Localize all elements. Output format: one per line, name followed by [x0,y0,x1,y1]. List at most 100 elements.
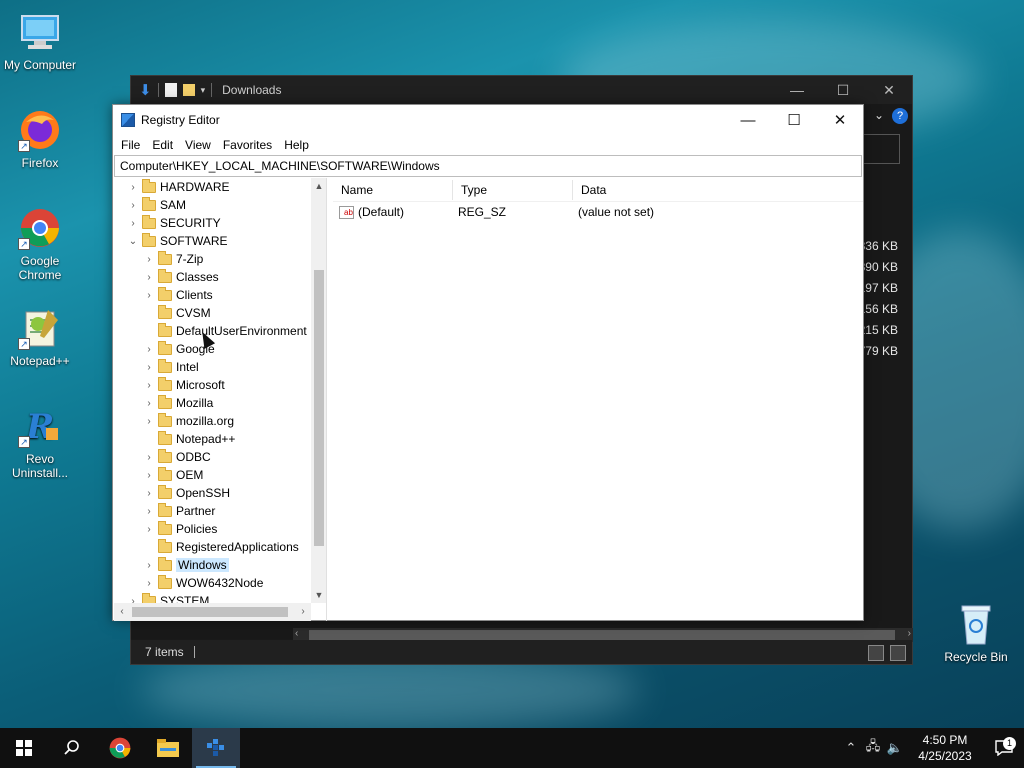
tree-item[interactable]: › Mozilla [142,394,213,412]
show-hidden-icons-icon[interactable]: ⌃ [840,740,862,756]
expand-chevron-icon[interactable]: › [142,272,156,283]
tree-vertical-scrollbar[interactable]: ▲ ▼ [311,178,326,603]
clock[interactable]: 4:50 PM 4/25/2023 [906,732,984,764]
tree-item[interactable]: › Classes [142,268,219,286]
menu-edit[interactable]: Edit [146,138,179,152]
tree-item[interactable]: › WOW6432Node [142,574,263,592]
tree-item[interactable]: › SAM [126,196,186,214]
expand-chevron-icon[interactable]: › [142,506,156,517]
column-header-name[interactable]: Name [333,179,453,200]
menu-file[interactable]: File [115,138,146,152]
tree-item[interactable]: › Intel [142,358,199,376]
tree-item[interactable]: › OpenSSH [142,484,230,502]
tree-item[interactable]: RegisteredApplications [142,538,299,556]
desktop-icon-my-computer[interactable]: My Computer [0,10,80,72]
desktop-icon-firefox[interactable]: ↗ Firefox [0,108,80,170]
folder-icon [158,358,172,373]
tree-item[interactable]: ⌄ SOFTWARE [126,232,228,250]
expand-chevron-icon[interactable]: › [142,344,156,355]
expand-chevron-icon[interactable]: › [126,182,140,193]
desktop-icon-recycle-bin[interactable]: Recycle Bin [940,602,1012,664]
help-icon[interactable]: ? [892,108,908,124]
minimize-icon[interactable]: — [774,76,820,104]
folder-icon [158,412,172,427]
desktop-icon-chrome[interactable]: ↗ Google Chrome [0,206,80,282]
properties-icon[interactable] [164,83,177,97]
details-view-icon[interactable] [868,645,884,661]
tree-item[interactable]: › Clients [142,286,213,304]
values-list[interactable]: Name Type Data ab (Default) REG_SZ (valu… [333,178,863,621]
close-icon[interactable]: ✕ [817,105,863,135]
scroll-up-icon[interactable]: ▲ [311,178,326,194]
close-icon[interactable]: ✕ [866,76,912,104]
scroll-thumb[interactable] [132,607,288,617]
expand-chevron-icon[interactable]: › [142,578,156,589]
tree-item[interactable]: › OEM [142,466,203,484]
tree-item-selected[interactable]: › Windows [142,556,229,574]
new-folder-icon[interactable] [182,84,195,96]
expand-chevron-icon[interactable]: › [142,380,156,391]
scroll-left-icon[interactable]: ‹ [114,603,130,621]
tree-item[interactable]: › ODBC [142,448,211,466]
expand-chevron-icon[interactable]: › [142,254,156,265]
tree-item[interactable]: › Partner [142,502,215,520]
desktop-icon-notepadpp[interactable]: ↗ Notepad++ [0,306,80,368]
taskbar-registry-editor[interactable] [192,728,240,768]
registry-tree[interactable]: › HARDWARE › SAM › SECURITY ⌄ SOFTWARE › 7-Zi… [114,178,327,621]
scroll-down-icon[interactable]: ▼ [311,587,326,603]
expand-chevron-icon[interactable]: › [142,398,156,409]
expand-chevron-icon[interactable]: › [126,218,140,229]
tree-horizontal-scrollbar[interactable]: ‹ › [114,603,311,621]
large-icons-view-icon[interactable] [890,645,906,661]
expand-chevron-icon[interactable]: › [142,416,156,427]
ribbon-expand-icon[interactable]: ⌄ [874,108,884,122]
scroll-right-icon[interactable]: › [908,628,911,639]
expand-chevron-icon[interactable]: › [126,200,140,211]
menu-view[interactable]: View [179,138,217,152]
collapse-chevron-icon[interactable]: ⌄ [126,236,140,247]
taskbar-file-explorer[interactable] [144,728,192,768]
taskbar-chrome[interactable] [96,728,144,768]
expand-chevron-icon[interactable]: › [142,524,156,535]
folder-icon [142,232,156,247]
maximize-icon[interactable]: ☐ [820,76,866,104]
tree-item[interactable]: › HARDWARE [126,178,230,196]
menu-help[interactable]: Help [278,138,315,152]
expand-chevron-icon[interactable]: › [142,362,156,373]
tree-item[interactable]: CVSM [142,304,211,322]
regedit-titlebar[interactable]: Registry Editor — ☐ ✕ [113,105,863,135]
scroll-thumb[interactable] [314,270,324,546]
action-center-button[interactable]: 1 [984,737,1024,756]
tree-item[interactable]: DefaultUserEnvironment [142,322,307,340]
volume-icon[interactable]: 🔈 [884,740,906,756]
menu-favorites[interactable]: Favorites [217,138,278,152]
search-button[interactable] [48,728,96,768]
scroll-left-icon[interactable]: ‹ [295,628,298,639]
maximize-icon[interactable]: ☐ [771,105,817,135]
network-icon[interactable]: 🖧 [862,737,884,759]
column-header-data[interactable]: Data [573,180,861,200]
scroll-right-icon[interactable]: › [295,603,311,621]
expand-chevron-icon[interactable]: › [142,452,156,463]
expand-chevron-icon[interactable]: › [142,488,156,499]
expand-chevron-icon[interactable]: › [142,560,156,571]
desktop-icon-revo[interactable]: R ↗ Revo Uninstall... [0,404,80,480]
expand-chevron-icon[interactable]: › [142,290,156,301]
value-row[interactable]: ab (Default) REG_SZ (value not set) [333,202,863,222]
tree-item[interactable]: › SECURITY [126,214,221,232]
address-bar[interactable]: Computer\HKEY_LOCAL_MACHINE\SOFTWARE\Win… [114,155,862,177]
column-header-type[interactable]: Type [453,179,573,200]
file-size: 779 KB [858,344,898,358]
expand-chevron-icon[interactable]: › [142,470,156,481]
quick-access-dropdown-icon[interactable]: ▾ [201,85,206,96]
start-button[interactable] [0,728,48,768]
tree-item[interactable]: Notepad++ [142,430,235,448]
tree-item[interactable]: › mozilla.org [142,412,234,430]
tree-item[interactable]: › Microsoft [142,376,225,394]
minimize-icon[interactable]: — [725,105,771,135]
folder-icon [158,538,172,553]
tree-item[interactable]: › Policies [142,520,217,538]
explorer-titlebar[interactable]: ⬇ ▾ Downloads — ☐ ✕ [131,76,912,104]
registry-editor-window[interactable]: Registry Editor — ☐ ✕ File Edit View Fav… [112,104,864,621]
tree-item[interactable]: › 7-Zip [142,250,203,268]
